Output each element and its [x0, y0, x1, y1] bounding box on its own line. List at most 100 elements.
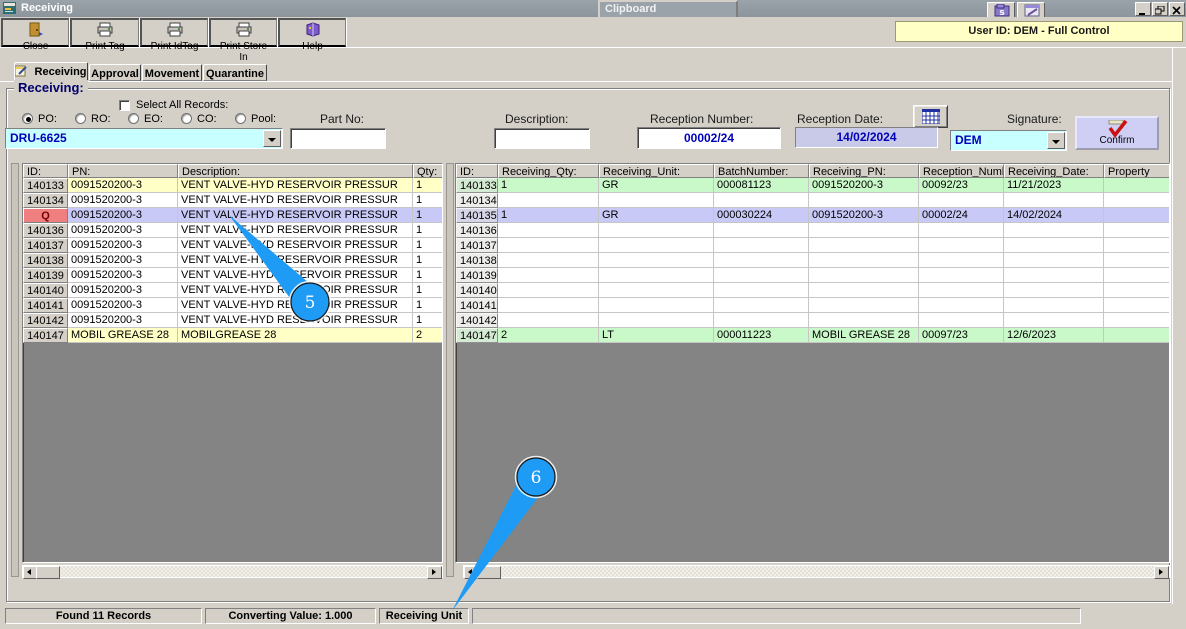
select-all-checkbox[interactable] [119, 100, 130, 111]
table-cell[interactable]: VENT VALVE-HYD RESERVOIR PRESSUR [178, 238, 413, 253]
table-cell[interactable] [1004, 238, 1104, 253]
table-cell[interactable]: VENT VALVE-HYD RESERVOIR PRESSUR [178, 283, 413, 298]
signature-combobox[interactable]: DEM [950, 130, 1067, 151]
table-cell[interactable]: VENT VALVE-HYD RESERVOIR PRESSUR [178, 268, 413, 283]
table-cell[interactable]: 1 [413, 268, 443, 283]
column-header[interactable]: Description: [178, 164, 413, 178]
row-id-cell[interactable]: 140135 [456, 208, 498, 223]
table-row[interactable]: 1401472LT000011223MOBIL GREASE 2800097/2… [456, 328, 1169, 343]
row-id-cell[interactable]: 140142 [23, 313, 68, 328]
table-row[interactable]: 1401340091520200-3VENT VALVE-HYD RESERVO… [23, 193, 442, 208]
table-cell[interactable] [919, 223, 1004, 238]
table-cell[interactable] [599, 223, 714, 238]
table-cell[interactable] [714, 253, 809, 268]
tab-movement[interactable]: Movement [142, 64, 202, 81]
table-cell[interactable]: 0091520200-3 [68, 313, 178, 328]
close-window-button[interactable] [1169, 2, 1185, 16]
row-id-cell[interactable]: 140147 [23, 328, 68, 343]
table-cell[interactable]: 0091520200-3 [809, 208, 919, 223]
row-id-cell[interactable]: 140136 [23, 223, 68, 238]
table-cell[interactable] [1004, 283, 1104, 298]
table-cell[interactable] [714, 238, 809, 253]
radio-pool[interactable] [235, 113, 246, 124]
table-cell[interactable]: GR [599, 178, 714, 193]
table-cell[interactable] [1004, 253, 1104, 268]
description-input[interactable] [494, 128, 590, 149]
scrollbar-thumb[interactable] [477, 566, 501, 579]
table-cell[interactable]: 11/21/2023 [1004, 178, 1104, 193]
left-table-hscrollbar[interactable] [22, 565, 443, 578]
table-cell[interactable]: 1 [413, 313, 443, 328]
table-cell[interactable]: VENT VALVE-HYD RESERVOIR PRESSUR [178, 313, 413, 328]
left-table-vertical-scrollbar[interactable] [11, 163, 19, 577]
table-cell[interactable]: 0091520200-3 [68, 283, 178, 298]
table-cell[interactable] [714, 223, 809, 238]
table-cell[interactable] [1004, 223, 1104, 238]
table-row[interactable]: 140139 [456, 268, 1169, 283]
radio-ro[interactable] [75, 113, 86, 124]
table-cell[interactable]: 0091520200-3 [68, 178, 178, 193]
table-cell[interactable] [1104, 283, 1170, 298]
table-cell[interactable]: VENT VALVE-HYD RESERVOIR PRESSUR [178, 208, 413, 223]
table-row[interactable]: 140134 [456, 193, 1169, 208]
restore-button[interactable] [1152, 2, 1168, 16]
table-row[interactable]: 1401390091520200-3VENT VALVE-HYD RESERVO… [23, 268, 442, 283]
table-cell[interactable]: 00002/24 [919, 208, 1004, 223]
table-cell[interactable] [599, 193, 714, 208]
table-cell[interactable] [1104, 298, 1170, 313]
table-cell[interactable] [809, 283, 919, 298]
table-row[interactable]: Q0091520200-3VENT VALVE-HYD RESERVOIR PR… [23, 208, 442, 223]
right-table-vertical-scrollbar[interactable] [446, 163, 454, 577]
table-cell[interactable]: 00097/23 [919, 328, 1004, 343]
table-cell[interactable]: 1 [413, 298, 443, 313]
table-row[interactable]: 1401410091520200-3VENT VALVE-HYD RESERVO… [23, 298, 442, 313]
table-cell[interactable]: 0091520200-3 [68, 238, 178, 253]
table-cell[interactable] [1104, 328, 1170, 343]
reception-date-field[interactable]: 14/02/2024 [795, 127, 938, 148]
table-cell[interactable]: VENT VALVE-HYD RESERVOIR PRESSUR [178, 178, 413, 193]
column-header[interactable]: Reception_Numbe [919, 164, 1004, 178]
table-cell[interactable] [809, 193, 919, 208]
row-id-cell[interactable]: 140136 [456, 223, 498, 238]
table-cell[interactable] [714, 268, 809, 283]
table-cell[interactable] [809, 313, 919, 328]
row-id-cell[interactable]: 140139 [456, 268, 498, 283]
close-button[interactable]: Close [1, 18, 69, 47]
table-cell[interactable]: 12/6/2023 [1004, 328, 1104, 343]
table-row[interactable]: 1401360091520200-3VENT VALVE-HYD RESERVO… [23, 223, 442, 238]
row-id-cell[interactable]: 140138 [456, 253, 498, 268]
receiving-orders-table[interactable]: ID:PN:Description:Qty:1401330091520200-3… [22, 163, 443, 563]
table-cell[interactable]: VENT VALVE-HYD RESERVOIR PRESSUR [178, 253, 413, 268]
table-cell[interactable] [919, 193, 1004, 208]
table-cell[interactable]: VENT VALVE-HYD RESERVOIR PRESSUR [178, 298, 413, 313]
table-cell[interactable]: 0091520200-3 [68, 268, 178, 283]
table-cell[interactable]: 000011223 [714, 328, 809, 343]
table-cell[interactable]: 0091520200-3 [68, 223, 178, 238]
table-cell[interactable] [919, 298, 1004, 313]
table-cell[interactable] [599, 268, 714, 283]
row-id-cell[interactable]: 140138 [23, 253, 68, 268]
table-cell[interactable]: 1 [413, 178, 443, 193]
table-cell[interactable]: 000081123 [714, 178, 809, 193]
order-combobox[interactable]: DRU-6625 [5, 128, 283, 149]
table-cell[interactable]: 0091520200-3 [68, 298, 178, 313]
receiving-unit-status[interactable]: Receiving Unit [379, 608, 469, 624]
table-cell[interactable]: 2 [413, 328, 443, 343]
table-row[interactable]: 140136 [456, 223, 1169, 238]
table-row[interactable]: 140138 [456, 253, 1169, 268]
print-store-in-button[interactable]: Print Store In [209, 18, 277, 47]
column-header[interactable]: BatchNumber: [714, 164, 809, 178]
table-cell[interactable] [498, 238, 599, 253]
table-cell[interactable] [599, 283, 714, 298]
help-button[interactable]: Help [278, 18, 346, 47]
table-cell[interactable] [1104, 208, 1170, 223]
table-row[interactable]: 1401400091520200-3VENT VALVE-HYD RESERVO… [23, 283, 442, 298]
row-id-cell[interactable]: 140147 [456, 328, 498, 343]
table-cell[interactable]: 1 [498, 208, 599, 223]
table-row[interactable]: 140137 [456, 238, 1169, 253]
table-cell[interactable] [1104, 193, 1170, 208]
table-cell[interactable] [714, 283, 809, 298]
table-row[interactable]: 1401370091520200-3VENT VALVE-HYD RESERVO… [23, 238, 442, 253]
table-cell[interactable]: 1 [413, 253, 443, 268]
table-cell[interactable]: LT [599, 328, 714, 343]
